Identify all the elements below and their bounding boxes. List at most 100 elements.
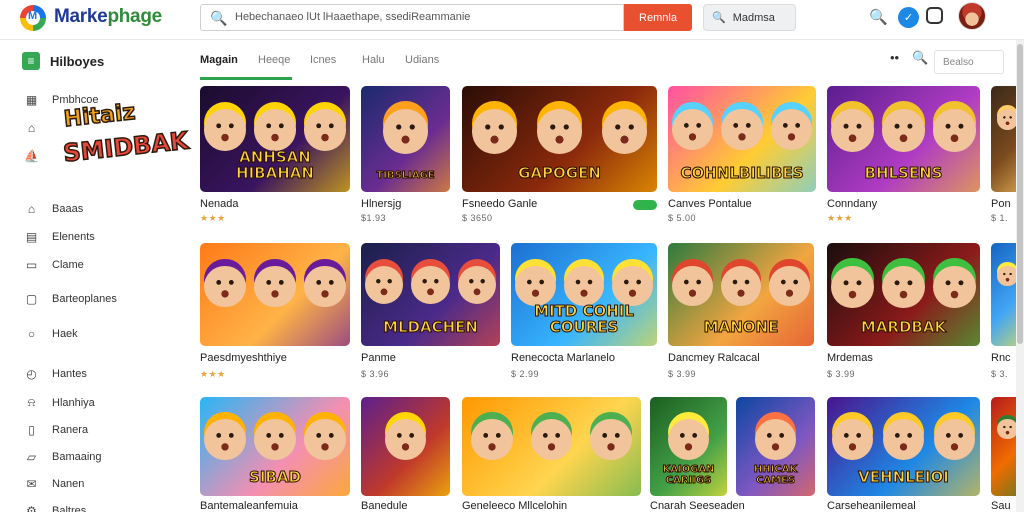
game-thumbnail[interactable]: VEHNLEIOI bbox=[827, 397, 980, 496]
game-card[interactable]: BHLSENS Conndany ★★★ bbox=[827, 86, 980, 225]
character-art bbox=[933, 265, 976, 309]
game-card[interactable]: SIBAD Bantemaleanfemuia bbox=[200, 397, 350, 512]
search-input[interactable]: Hebechanaeo lUt lHaaethape, ssediReamman… bbox=[235, 11, 470, 23]
sidebar-item[interactable]: ▭ Clame bbox=[24, 257, 84, 272]
character-art bbox=[204, 265, 246, 308]
game-card[interactable]: MITD COHIL COURES Renecocta Marlanelo $ 2.… bbox=[511, 243, 657, 381]
sidebar-item[interactable]: ◴ Hantes bbox=[24, 366, 87, 381]
game-thumbnail[interactable] bbox=[200, 243, 350, 346]
notification-icon[interactable]: ✓ bbox=[898, 7, 919, 28]
game-title[interactable]: Hlnersjg bbox=[361, 198, 401, 210]
character-art bbox=[997, 109, 1018, 130]
game-title[interactable]: Conndany bbox=[827, 198, 877, 210]
folder-icon: ▱ bbox=[26, 449, 37, 464]
sidebar-item[interactable]: ▢ Barteoplanes bbox=[24, 291, 117, 306]
game-card[interactable]: Paesdmyeshthiye ★★★ bbox=[200, 243, 350, 381]
home-icon: ⌂ bbox=[27, 120, 36, 135]
sidebar-item[interactable]: ✉ Nanen bbox=[24, 476, 84, 491]
game-title[interactable]: Bantemaleanfemuia bbox=[200, 500, 298, 512]
gear-icon: ⚙ bbox=[26, 503, 37, 512]
game-thumbnail[interactable]: SIBAD bbox=[200, 397, 350, 496]
sidebar-item[interactable]: ⚙ Baltres bbox=[24, 503, 86, 512]
game-thumbnail[interactable]: MANONE bbox=[668, 243, 814, 346]
search-icon[interactable]: 🔍 bbox=[869, 8, 888, 26]
sidebar-item[interactable]: ⍾ Hlanhiya bbox=[24, 395, 95, 410]
character-art bbox=[383, 109, 428, 154]
more-icon[interactable]: •• bbox=[890, 50, 899, 65]
promo-sticker[interactable]: Hitaiz SMIDBAK bbox=[56, 92, 190, 181]
game-thumbnail[interactable]: BHLSENS bbox=[827, 86, 980, 192]
game-title[interactable]: Rnc bbox=[991, 352, 1011, 364]
game-card[interactable]: GAPOGEN Fsneedo Ganle $ 3650 bbox=[462, 86, 657, 225]
game-thumbnail[interactable]: HHICAK CAMES bbox=[736, 397, 815, 496]
chat-icon[interactable] bbox=[926, 7, 943, 24]
game-thumbnail[interactable]: MARDBAK bbox=[827, 243, 980, 346]
character-art bbox=[515, 265, 556, 307]
game-title[interactable]: Banedule bbox=[361, 500, 408, 512]
game-thumbnail[interactable]: TIBSLIAGE bbox=[361, 86, 450, 192]
game-title[interactable]: Fsneedo Ganle bbox=[462, 198, 537, 210]
sidebar-item[interactable]: ○ Haek bbox=[24, 326, 78, 341]
filter-pill[interactable]: 🔍 Madmsa bbox=[703, 4, 796, 31]
scrollbar[interactable] bbox=[1016, 40, 1024, 512]
game-thumbnail[interactable]: MLDACHEN bbox=[361, 243, 500, 346]
game-thumbnail[interactable] bbox=[361, 397, 450, 496]
game-card[interactable]: MARDBAK Mrdemas $ 3.99 bbox=[827, 243, 980, 381]
game-title[interactable]: Cnarah Seeseaden bbox=[650, 500, 745, 512]
game-card[interactable]: Banedule bbox=[361, 397, 450, 512]
tab-halu[interactable]: Halu bbox=[362, 54, 385, 66]
scrollbar-thumb[interactable] bbox=[1017, 44, 1023, 344]
game-title[interactable]: Dancmey Ralcacal bbox=[668, 352, 760, 364]
game-title[interactable]: Canves Pontalue bbox=[668, 198, 752, 210]
game-card[interactable]: MLDACHEN Panme $ 3.96 bbox=[361, 243, 500, 381]
marketplace-logo-icon[interactable]: M bbox=[20, 5, 46, 31]
game-card[interactable]: KAIOGAN CARIIGS Cnarah Seeseaden bbox=[650, 397, 745, 512]
sort-dropdown[interactable]: Bealso bbox=[934, 50, 1004, 74]
game-card[interactable]: TIBSLIAGE Hlnersjg $1.93 bbox=[361, 86, 450, 225]
character-art bbox=[364, 265, 404, 305]
character-art bbox=[672, 265, 713, 307]
sidebar-item[interactable]: ▤ Elenents bbox=[24, 229, 95, 244]
game-thumbnail[interactable]: ANHSAN HIBAHAN bbox=[200, 86, 350, 192]
game-title[interactable]: Nenada bbox=[200, 198, 239, 210]
sidebar-item[interactable]: ⛵ bbox=[24, 148, 52, 163]
avatar[interactable] bbox=[958, 2, 986, 30]
game-thumbnail[interactable]: KAIOGAN CARIIGS bbox=[650, 397, 727, 496]
game-thumbnail[interactable] bbox=[462, 397, 641, 496]
sidebar-item[interactable]: ⌂ bbox=[24, 120, 52, 135]
game-title[interactable]: Mrdemas bbox=[827, 352, 873, 364]
game-card[interactable]: Geneleeco Mllcelohin bbox=[462, 397, 641, 512]
tab-heeqe[interactable]: Heeqe bbox=[258, 54, 290, 66]
game-title[interactable]: Carseheanilemeal bbox=[827, 500, 916, 512]
search-icon[interactable]: 🔍 bbox=[912, 50, 928, 66]
game-title[interactable]: Geneleeco Mllcelohin bbox=[462, 500, 567, 512]
search-button[interactable]: Remnla bbox=[624, 4, 692, 31]
circle-icon: ○ bbox=[27, 326, 36, 341]
game-title[interactable]: Sau bbox=[991, 500, 1011, 512]
bell-icon: ⍾ bbox=[27, 395, 36, 409]
game-thumbnail[interactable]: COHNLBILIBES bbox=[668, 86, 816, 192]
game-card[interactable]: MANONE Dancmey Ralcacal $ 3.99 bbox=[668, 243, 814, 381]
sidebar-header[interactable]: ≡ Hilboyes bbox=[22, 52, 104, 70]
game-title[interactable]: Panme bbox=[361, 352, 396, 364]
game-card[interactable]: COHNLBILIBES Canves Pontalue $ 5.00 bbox=[668, 86, 816, 225]
tab-icnes[interactable]: Icnes bbox=[310, 54, 336, 66]
game-title[interactable]: Renecocta Marlanelo bbox=[511, 352, 615, 364]
rating-stars: ★★★ bbox=[200, 213, 226, 223]
game-title[interactable]: Pon bbox=[991, 198, 1011, 210]
game-thumbnail[interactable]: MITD COHIL COURES bbox=[511, 243, 657, 346]
game-card[interactable]: HHICAK CAMES bbox=[736, 397, 815, 512]
search-icon: 🔍 bbox=[210, 10, 228, 26]
tab-magain[interactable]: Magain bbox=[200, 54, 238, 66]
sidebar-item[interactable]: ▱ Bamaaing bbox=[24, 449, 102, 464]
game-card[interactable]: VEHNLEIOI Carseheanilemeal bbox=[827, 397, 980, 512]
game-thumbnail[interactable]: GAPOGEN bbox=[462, 86, 657, 192]
brand-name[interactable]: Markephage bbox=[54, 6, 162, 28]
game-title[interactable]: Paesdmyeshthiye bbox=[200, 352, 287, 364]
search-field[interactable]: 🔍 Hebechanaeo lUt lHaaethape, ssediReamm… bbox=[200, 4, 624, 31]
sidebar-item[interactable]: ▯ Ranera bbox=[24, 422, 88, 437]
tab-udians[interactable]: Udians bbox=[405, 54, 439, 66]
game-card[interactable]: ANHSAN HIBAHAN Nenada ★★★ bbox=[200, 86, 350, 225]
sidebar-item[interactable]: ⌂ Baaas bbox=[24, 201, 83, 216]
character-art bbox=[997, 265, 1018, 287]
